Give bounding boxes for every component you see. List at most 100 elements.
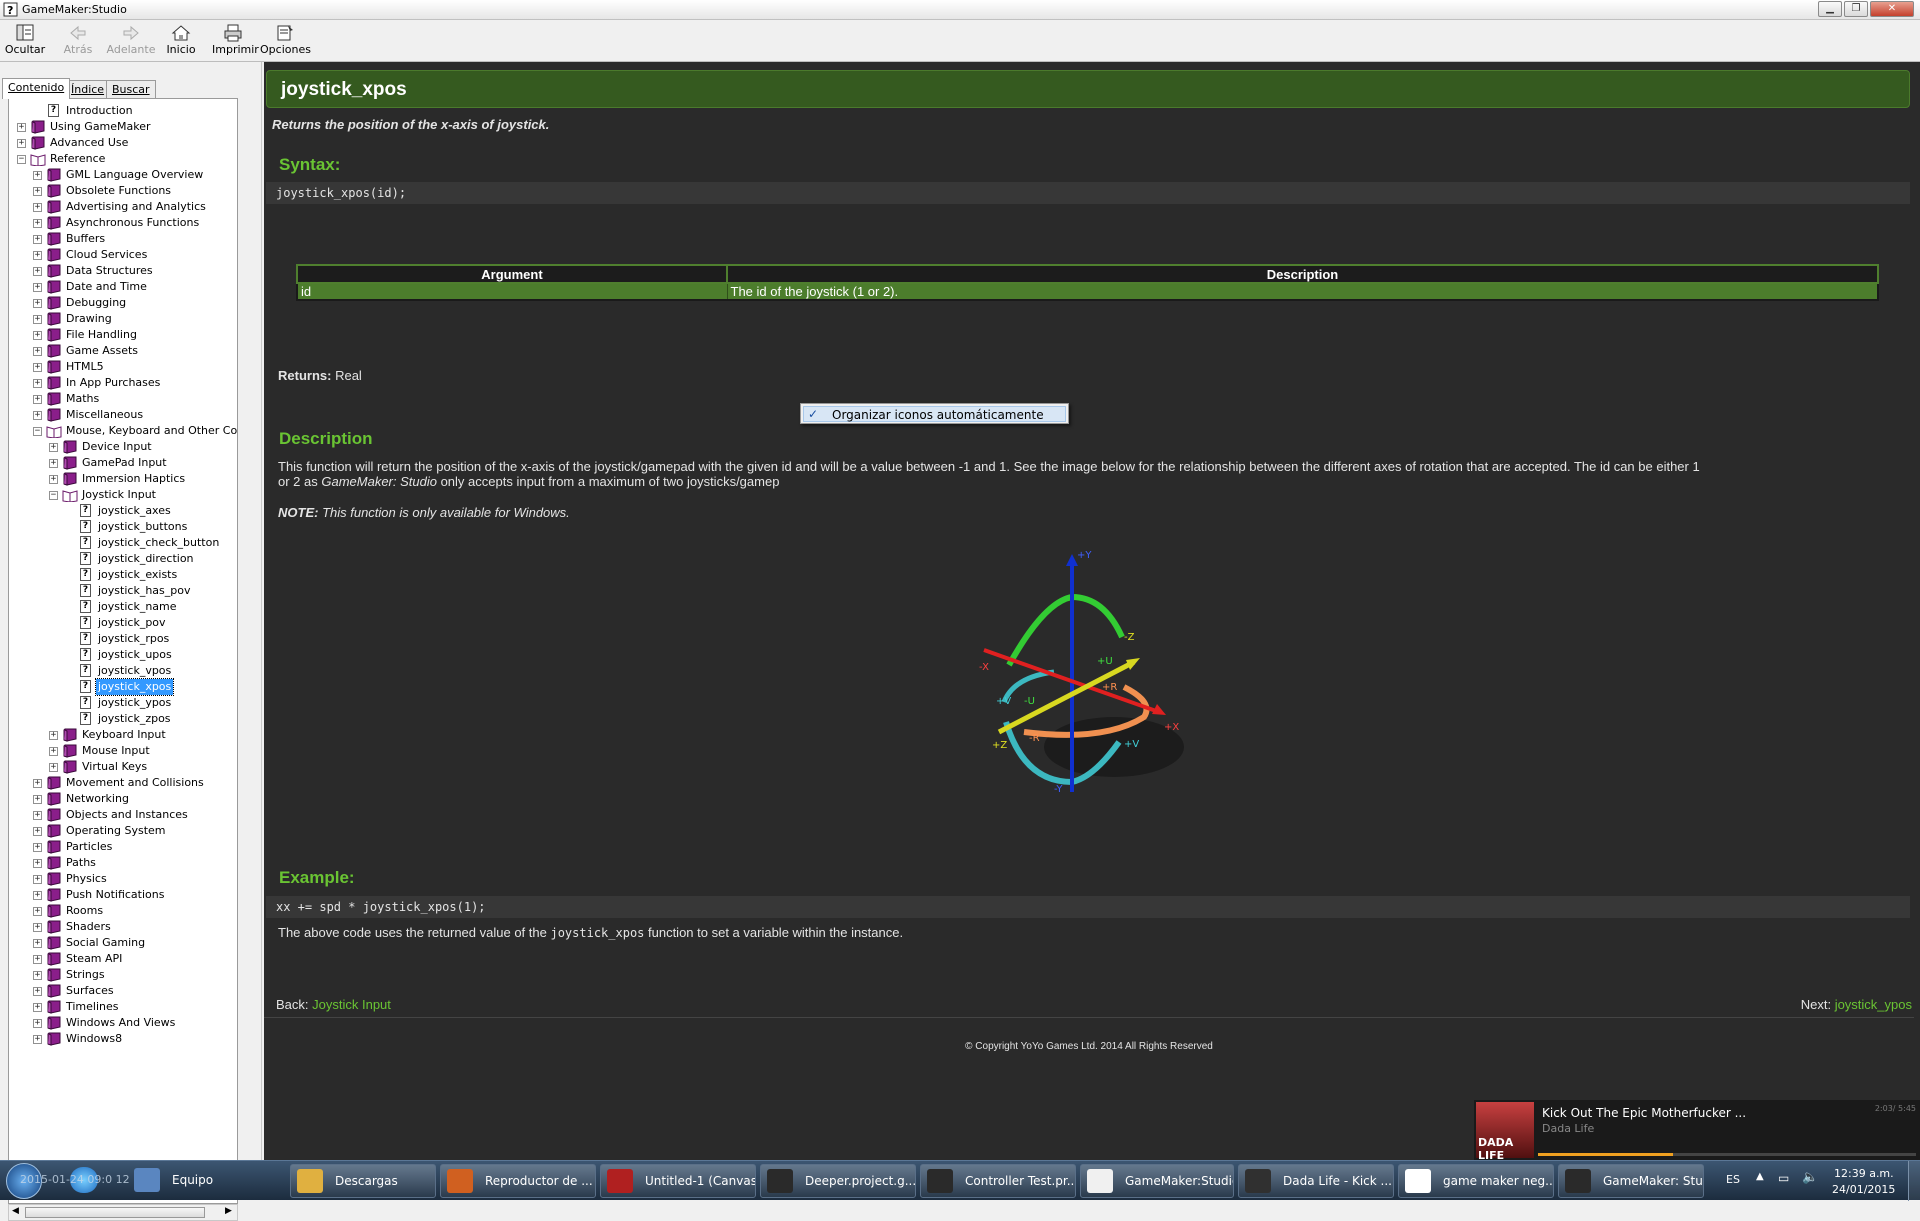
expand-icon[interactable]: + bbox=[33, 843, 42, 852]
help-page-icon: ? bbox=[80, 680, 91, 693]
expand-icon[interactable]: + bbox=[33, 187, 42, 196]
taskbar-item[interactable]: Untitled-1 (Canvas) bbox=[600, 1164, 756, 1198]
expand-icon[interactable]: + bbox=[33, 1035, 42, 1044]
show-desktop-button[interactable] bbox=[1908, 1161, 1920, 1201]
context-menu-item[interactable]: ✓ Organizar iconos automáticamente bbox=[803, 406, 1066, 422]
taskbar-item[interactable]: GameMaker:Studio bbox=[1080, 1164, 1234, 1198]
back-navigation: Back: Joystick Input bbox=[276, 997, 391, 1012]
collapse-icon[interactable]: − bbox=[17, 155, 26, 164]
tree-item-label: Drawing bbox=[66, 312, 112, 325]
print-button[interactable]: Imprimir bbox=[212, 22, 259, 60]
clock-date[interactable]: 24/01/2015 bbox=[1832, 1183, 1895, 1196]
volume-icon[interactable]: 🔈 bbox=[1802, 1170, 1818, 1185]
expand-icon[interactable]: + bbox=[33, 235, 42, 244]
maximize-button[interactable]: ❐ bbox=[1844, 1, 1868, 17]
taskbar-item[interactable]: GameMaker: Stu... bbox=[1558, 1164, 1704, 1198]
book-icon bbox=[47, 168, 61, 182]
tab-contents[interactable]: Contenido bbox=[2, 78, 71, 99]
expand-icon[interactable]: + bbox=[33, 1019, 42, 1028]
expand-icon[interactable]: + bbox=[33, 907, 42, 916]
expand-icon[interactable]: + bbox=[33, 859, 42, 868]
expand-icon[interactable]: + bbox=[33, 171, 42, 180]
back-link[interactable]: Joystick Input bbox=[312, 997, 391, 1012]
book-icon bbox=[47, 264, 61, 278]
open-book-icon bbox=[62, 490, 78, 502]
expand-icon[interactable]: + bbox=[33, 251, 42, 260]
book-icon bbox=[47, 1032, 61, 1046]
expand-icon[interactable]: + bbox=[33, 827, 42, 836]
expand-icon[interactable]: + bbox=[49, 475, 58, 484]
collapse-icon[interactable]: − bbox=[33, 427, 42, 436]
next-link[interactable]: joystick_ypos bbox=[1835, 997, 1912, 1012]
expand-icon[interactable]: + bbox=[33, 299, 42, 308]
expand-icon[interactable]: + bbox=[33, 811, 42, 820]
taskbar-app-icon bbox=[1565, 1169, 1591, 1193]
options-button[interactable]: Opciones bbox=[260, 22, 311, 60]
expand-icon[interactable]: + bbox=[33, 875, 42, 884]
network-icon[interactable]: ▭ bbox=[1778, 1171, 1789, 1185]
back-button[interactable]: Atrás bbox=[58, 22, 98, 60]
scroll-thumb[interactable] bbox=[25, 1207, 205, 1218]
collapse-icon[interactable]: − bbox=[49, 491, 58, 500]
label-neg-y: -Y bbox=[1054, 784, 1063, 795]
expand-icon[interactable]: + bbox=[33, 779, 42, 788]
language-indicator[interactable]: ES bbox=[1726, 1173, 1740, 1186]
tab-search[interactable]: Buscar bbox=[106, 80, 156, 98]
expand-icon[interactable]: + bbox=[33, 347, 42, 356]
expand-icon[interactable]: + bbox=[33, 955, 42, 964]
taskbar-item[interactable]: Controller Test.pr... bbox=[920, 1164, 1076, 1198]
book-icon bbox=[47, 840, 61, 854]
book-icon bbox=[47, 936, 61, 950]
forward-button[interactable]: Adelante bbox=[104, 22, 158, 60]
taskbar-app-icon bbox=[297, 1169, 323, 1193]
expand-icon[interactable]: + bbox=[49, 763, 58, 772]
scroll-right-arrow-icon[interactable]: ▶ bbox=[225, 1206, 232, 1216]
expand-icon[interactable]: + bbox=[33, 363, 42, 372]
taskbar-item[interactable]: Reproductor de ... bbox=[440, 1164, 596, 1198]
expand-icon[interactable]: + bbox=[33, 891, 42, 900]
expand-icon[interactable]: + bbox=[33, 315, 42, 324]
taskbar-item[interactable]: Equipo bbox=[128, 1164, 284, 1198]
expand-icon[interactable]: + bbox=[33, 1003, 42, 1012]
taskbar-item-label: GameMaker: Stu... bbox=[1603, 1174, 1704, 1188]
expand-icon[interactable]: + bbox=[49, 731, 58, 740]
tab-index[interactable]: Índice bbox=[65, 80, 111, 98]
expand-icon[interactable]: + bbox=[33, 971, 42, 980]
expand-icon[interactable]: + bbox=[33, 795, 42, 804]
expand-icon[interactable]: + bbox=[49, 459, 58, 468]
taskbar-item[interactable]: Deeper.project.g... bbox=[760, 1164, 916, 1198]
expand-icon[interactable]: + bbox=[33, 939, 42, 948]
expand-icon[interactable]: + bbox=[33, 987, 42, 996]
expand-icon[interactable]: + bbox=[33, 379, 42, 388]
taskbar-item[interactable]: Descargas bbox=[290, 1164, 436, 1198]
expand-icon[interactable]: + bbox=[33, 203, 42, 212]
expand-icon[interactable]: + bbox=[33, 283, 42, 292]
description-text: This function will return the position o… bbox=[278, 459, 1898, 489]
book-icon bbox=[47, 888, 61, 902]
home-button[interactable]: Inicio bbox=[164, 22, 198, 60]
expand-icon[interactable]: + bbox=[33, 923, 42, 932]
expand-icon[interactable]: + bbox=[33, 395, 42, 404]
hide-button[interactable]: Ocultar bbox=[4, 22, 46, 60]
tree-horizontal-scrollbar[interactable]: ◀ ▶ bbox=[8, 1204, 238, 1221]
close-button[interactable]: ✕ bbox=[1870, 1, 1914, 17]
scroll-left-arrow-icon[interactable]: ◀ bbox=[12, 1206, 19, 1216]
taskbar-item[interactable]: Dada Life - Kick ... bbox=[1238, 1164, 1394, 1198]
tree-item-label: Windows8 bbox=[66, 1032, 123, 1045]
forward-arrow-icon bbox=[123, 25, 139, 41]
expand-icon[interactable]: + bbox=[17, 139, 26, 148]
back-nav-label: Back: bbox=[276, 997, 309, 1012]
expand-icon[interactable]: + bbox=[33, 331, 42, 340]
taskbar-item[interactable]: game maker neg... bbox=[1398, 1164, 1554, 1198]
expand-icon[interactable]: + bbox=[49, 747, 58, 756]
expand-icon[interactable]: + bbox=[33, 411, 42, 420]
expand-icon[interactable]: + bbox=[49, 443, 58, 452]
clock-time[interactable]: 12:39 a.m. bbox=[1834, 1167, 1894, 1180]
tray-up-arrow-icon[interactable]: ▲ bbox=[1756, 1171, 1764, 1182]
expand-icon[interactable]: + bbox=[33, 219, 42, 228]
book-icon bbox=[47, 792, 61, 806]
expand-icon[interactable]: + bbox=[17, 123, 26, 132]
minimize-button[interactable]: ▁ bbox=[1818, 1, 1842, 17]
expand-icon[interactable]: + bbox=[33, 267, 42, 276]
track-progress[interactable] bbox=[1538, 1153, 1916, 1156]
